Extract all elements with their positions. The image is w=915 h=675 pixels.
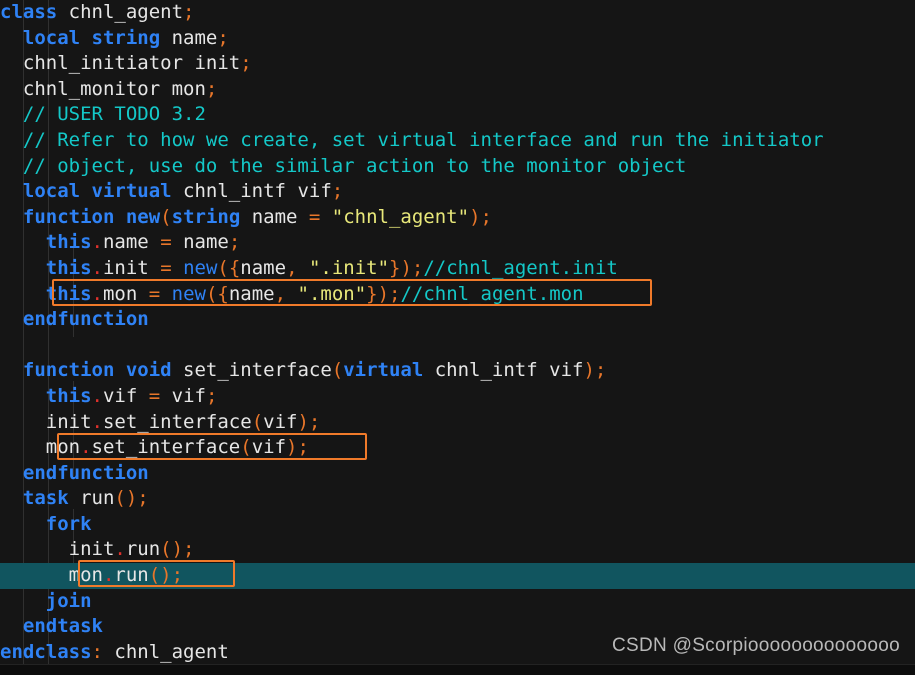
token-comment: // USER TODO 3.2 (22, 103, 206, 126)
code-line[interactable]: class chnl_agent; (0, 0, 915, 26)
code-line[interactable]: fork (0, 512, 915, 538)
token-keyword: function new (22, 205, 161, 228)
code-line-mon-set-interface[interactable]: mon.set_interface(vif); (0, 435, 915, 461)
token-keyword: local virtual (22, 180, 172, 203)
code-line[interactable]: this.vif = vif; (0, 384, 915, 410)
token-comment: //chnl_agent.init (423, 256, 618, 279)
token-keyword: endclass (0, 640, 92, 663)
code-line[interactable]: init.set_interface(vif); (0, 410, 915, 436)
token-string: ".init" (308, 256, 390, 279)
code-line[interactable]: chnl_initiator init; (0, 51, 915, 77)
token-keyword: endtask (22, 615, 103, 638)
code-line[interactable]: task run(); (0, 486, 915, 512)
code-line[interactable]: function void set_interface(virtual chnl… (0, 358, 915, 384)
token-keyword: class (0, 1, 58, 23)
code-line[interactable]: this.name = name; (0, 230, 915, 256)
token-keyword: this (45, 384, 92, 407)
token-string: ".mon" (297, 282, 367, 305)
token-keyword: task (22, 487, 69, 510)
token-comment: // object, use do the similar action to … (22, 154, 687, 177)
code-line[interactable]: function new(string name = "chnl_agent")… (0, 205, 915, 231)
token-keyword: function void (22, 359, 172, 382)
token-comment: //chnl_agent.mon (400, 282, 584, 305)
code-line-comment[interactable]: // Refer to how we create, set virtual i… (0, 128, 915, 154)
code-line[interactable]: local string name; (0, 26, 915, 52)
code-line[interactable]: chnl_monitor mon; (0, 77, 915, 103)
token-comment: // Refer to how we create, set virtual i… (22, 128, 824, 151)
token-string: "chnl_agent" (331, 205, 470, 228)
code-line[interactable]: init.run(); (0, 537, 915, 563)
token-keyword: endfunction (22, 461, 149, 484)
code-line[interactable]: endfunction (0, 461, 915, 487)
code-line[interactable]: join (0, 589, 915, 615)
code-line-blank[interactable] (0, 333, 915, 359)
token-keyword: join (45, 589, 92, 612)
token-keyword: fork (45, 512, 92, 535)
code-line-mon-run-highlighted[interactable]: mon.run(); (0, 563, 915, 589)
token-keyword: this (45, 282, 92, 305)
horizontal-scrollbar-track[interactable] (0, 664, 915, 675)
csdn-watermark: CSDN @Scorpioooooooooooooo (612, 635, 900, 656)
code-editor-viewport[interactable]: class chnl_agent; local string name; chn… (0, 0, 915, 675)
token-keyword: local string (22, 26, 161, 49)
code-content[interactable]: class chnl_agent; local string name; chn… (0, 0, 915, 665)
code-line-mon-new[interactable]: this.mon = new({name, ".mon"});//chnl_ag… (0, 282, 915, 308)
token-keyword: endfunction (22, 308, 149, 331)
code-line-comment[interactable]: // object, use do the similar action to … (0, 154, 915, 180)
code-line[interactable]: local virtual chnl_intf vif; (0, 179, 915, 205)
token-keyword: this (45, 231, 92, 254)
token-keyword: this (45, 256, 92, 279)
code-line[interactable]: this.init = new({name, ".init"});//chnl_… (0, 256, 915, 282)
code-line[interactable]: endfunction (0, 307, 915, 333)
code-line-comment[interactable]: // USER TODO 3.2 (0, 102, 915, 128)
